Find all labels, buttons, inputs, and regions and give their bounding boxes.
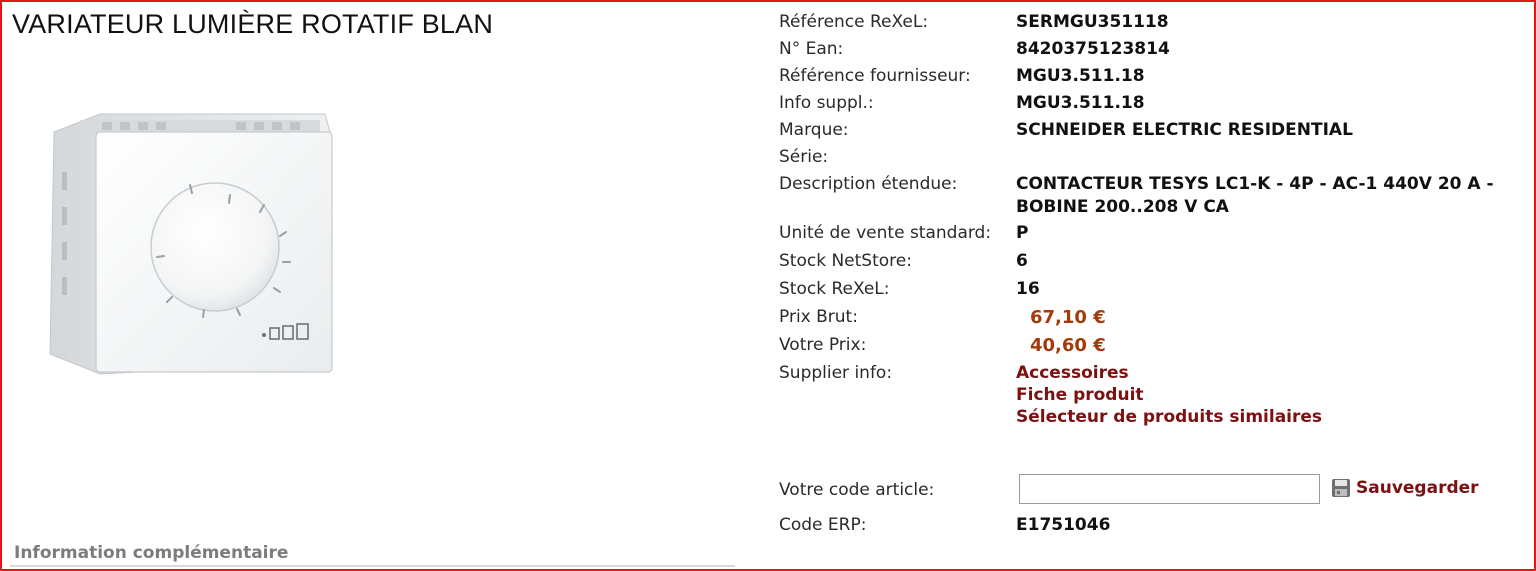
product-sheet-link[interactable]: Fiche produit bbox=[1016, 385, 1144, 405]
description-label: Description étendue: bbox=[779, 174, 958, 194]
price-yours-value: 40,60 € bbox=[1030, 335, 1106, 356]
article-code-label: Votre code article: bbox=[779, 480, 935, 500]
ean-value: 8420375123814 bbox=[1016, 39, 1170, 59]
description-line-1: CONTACTEUR TESYS LC1-K - 4P - AC-1 440V … bbox=[1016, 174, 1494, 194]
erp-label: Code ERP: bbox=[779, 515, 867, 535]
dimmer-switch-product-photo bbox=[49, 113, 333, 375]
save-button-label: Sauvegarder bbox=[1356, 478, 1479, 498]
stock-rexel-label: Stock ReXeL: bbox=[779, 279, 890, 299]
price-gross-value: 67,10 € bbox=[1030, 307, 1106, 328]
save-button[interactable]: Sauvegarder bbox=[1331, 474, 1479, 502]
brand-label: Marque: bbox=[779, 120, 849, 140]
ref-rexel-label: Référence ReXeL: bbox=[779, 12, 929, 32]
info-suppl-label: Info suppl.: bbox=[779, 93, 874, 113]
price-yours-label: Votre Prix: bbox=[779, 335, 867, 355]
description-line-2: BOBINE 200..208 V CA bbox=[1016, 197, 1229, 217]
price-gross-label: Prix Brut: bbox=[779, 307, 858, 327]
ref-supplier-value: MGU3.511.18 bbox=[1016, 66, 1145, 86]
erp-value: E1751046 bbox=[1016, 515, 1111, 535]
accessories-link[interactable]: Accessoires bbox=[1016, 363, 1129, 383]
ref-supplier-label: Référence fournisseur: bbox=[779, 66, 971, 86]
stock-netstore-label: Stock NetStore: bbox=[779, 251, 912, 271]
article-code-input[interactable] bbox=[1019, 474, 1320, 504]
stock-rexel-value: 16 bbox=[1016, 279, 1040, 299]
divider bbox=[10, 565, 735, 567]
ean-label: N° Ean: bbox=[779, 39, 844, 59]
series-label: Série: bbox=[779, 147, 829, 167]
unit-value: P bbox=[1016, 223, 1029, 243]
unit-label: Unité de vente standard: bbox=[779, 223, 992, 243]
ref-rexel-value: SERMGU351118 bbox=[1016, 12, 1169, 32]
info-complementaire-heading: Information complémentaire bbox=[14, 543, 289, 563]
stock-netstore-value: 6 bbox=[1016, 251, 1028, 271]
info-suppl-value: MGU3.511.18 bbox=[1016, 93, 1145, 113]
similar-products-link[interactable]: Sélecteur de produits similaires bbox=[1016, 407, 1322, 427]
floppy-disk-icon bbox=[1332, 479, 1350, 497]
brand-value: SCHNEIDER ELECTRIC RESIDENTIAL bbox=[1016, 120, 1353, 140]
supplier-info-label: Supplier info: bbox=[779, 363, 893, 383]
product-title: VARIATEUR LUMIÈRE ROTATIF BLAN bbox=[12, 9, 494, 39]
